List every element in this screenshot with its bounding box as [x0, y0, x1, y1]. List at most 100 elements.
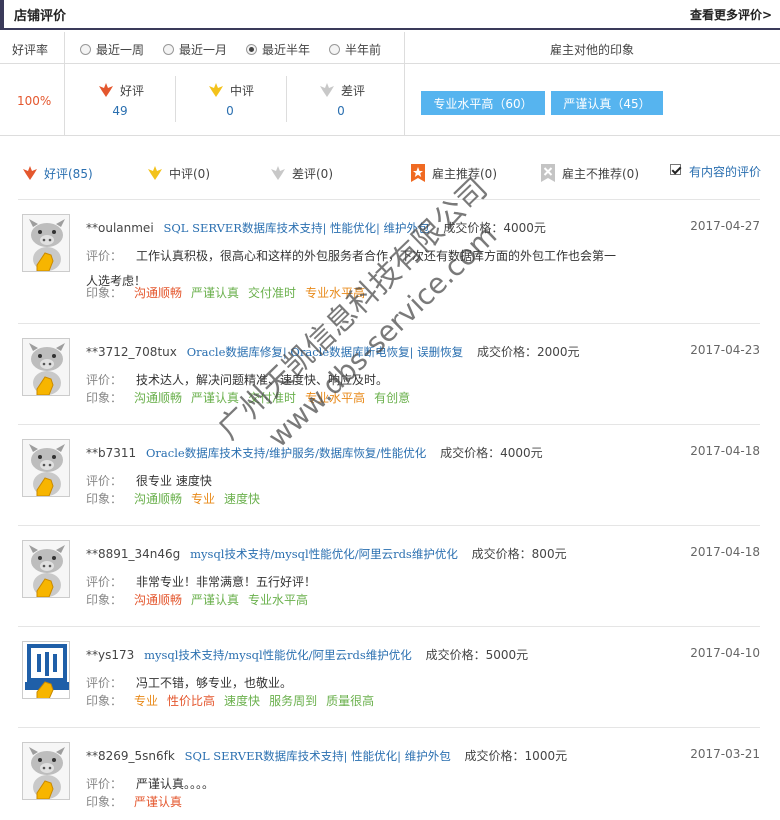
deal-price: 成交价格：5000元 — [425, 648, 529, 662]
comment-label: 评价： — [86, 373, 123, 387]
red-flower-icon — [98, 83, 113, 97]
deal-price: 成交价格：4000元 — [440, 446, 543, 460]
reviewer-name: **8269_5sn6fk — [86, 749, 175, 763]
review-item: **8891_34n46g mysql技术支持/mysql性能优化/阿里云rds… — [18, 526, 760, 627]
service-link[interactable]: mysql技术支持/mysql性能优化/阿里云rds维护优化 — [190, 547, 458, 561]
comment-text: 严谨认真。。。。 — [136, 777, 215, 791]
period-radio-half-year[interactable]: 最近半年 — [246, 41, 310, 58]
avatar[interactable] — [22, 540, 70, 598]
review-date: 2017-04-18 — [690, 444, 760, 458]
radio-icon — [246, 44, 257, 55]
comment-text: 冯工不错，够专业，也敬业。 — [136, 676, 293, 690]
impression-label: 印象： — [86, 795, 123, 809]
view-more-link[interactable]: 查看更多评价> — [690, 6, 772, 23]
stat-value: 0 — [337, 104, 345, 118]
radio-icon — [163, 44, 174, 55]
impression-label: 印象： — [86, 391, 123, 405]
impression-label: 印象： — [86, 593, 123, 607]
service-link[interactable]: SQL SERVER数据库技术支持| 性能优化| 维护外包 — [185, 749, 451, 763]
period-radio-month[interactable]: 最近一月 — [163, 41, 227, 58]
reviewer-name: **8891_34n46g — [86, 547, 181, 561]
review-tag: 专业 — [134, 694, 159, 708]
filter-recommended[interactable]: 雇主推荐(0) — [410, 163, 497, 183]
period-radio-week[interactable]: 最近一周 — [80, 41, 144, 58]
review-tag: 交付准时 — [248, 391, 297, 405]
radio-icon — [329, 44, 340, 55]
service-link[interactable]: mysql技术支持/mysql性能优化/阿里云rds维护优化 — [144, 648, 412, 662]
review-item: **8269_5sn6fk SQL SERVER数据库技术支持| 性能优化| 维… — [18, 728, 760, 820]
deal-price: 成交价格：800元 — [471, 547, 567, 561]
period-radio-earlier[interactable]: 半年前 — [329, 41, 381, 58]
review-tag: 严谨认真 — [134, 795, 183, 809]
comment-label: 评价： — [86, 676, 123, 690]
review-impressions: 印象： 沟通顺畅 严谨认真 交付准时 专业水平高 有创意 — [86, 389, 419, 406]
service-link[interactable]: Oracle数据库技术支持/维护服务/数据库恢复/性能优化 — [146, 446, 426, 460]
yellow-flower-icon — [208, 83, 223, 97]
positive-rate-label: 好评率 — [12, 43, 49, 57]
orange-star-badge-icon — [411, 164, 425, 182]
review-item: **oulanmei SQL SERVER数据库技术支持| 性能优化| 维护外包… — [18, 200, 760, 324]
comment-label: 评价： — [86, 249, 123, 263]
filter-positive[interactable]: 好评(85) — [20, 163, 93, 183]
impression-label: 印象： — [86, 492, 123, 506]
review-tag: 有创意 — [374, 391, 411, 405]
impression-tag-professional[interactable]: 专业水平高（60） — [421, 91, 545, 115]
impression-title: 雇主对他的印象 — [550, 43, 635, 57]
review-meta: **8269_5sn6fk SQL SERVER数据库技术支持| 性能优化| 维… — [86, 747, 567, 764]
avatar[interactable] — [22, 214, 70, 272]
avatar[interactable] — [22, 338, 70, 396]
page-title: 店铺评价 — [14, 8, 67, 24]
impression-tag-rigorous[interactable]: 严谨认真（45） — [551, 91, 663, 115]
summary-divider — [0, 63, 780, 64]
positive-rate-value: 100% — [17, 94, 52, 108]
review-list: **oulanmei SQL SERVER数据库技术支持| 性能优化| 维护外包… — [18, 199, 760, 820]
review-date: 2017-03-21 — [690, 747, 760, 761]
yellow-flower-icon — [148, 166, 162, 180]
summary-divider — [64, 32, 65, 135]
deal-price: 成交价格：4000元 — [443, 221, 546, 235]
review-tag: 交付准时 — [248, 286, 297, 300]
review-impressions: 印象： 沟通顺畅 严谨认真 专业水平高 — [86, 591, 317, 608]
review-tag: 专业水平高 — [305, 391, 366, 405]
service-link[interactable]: SQL SERVER数据库技术支持| 性能优化| 维护外包 — [163, 221, 429, 235]
review-tag: 质量很高 — [326, 694, 375, 708]
review-date: 2017-04-23 — [690, 343, 760, 357]
avatar[interactable] — [22, 439, 70, 497]
review-impressions: 印象： 沟通顺畅 专业 速度快 — [86, 490, 269, 507]
review-tag: 专业水平高 — [305, 286, 366, 300]
stat-divider — [175, 76, 176, 122]
filter-negative[interactable]: 差评(0) — [268, 163, 333, 183]
review-tag: 服务周到 — [269, 694, 318, 708]
gray-flower-icon — [319, 83, 334, 97]
review-tag: 严谨认真 — [191, 391, 240, 405]
stat-positive: 好评 49 — [80, 80, 160, 118]
review-date: 2017-04-27 — [690, 219, 760, 233]
avatar[interactable] — [22, 641, 70, 699]
filter-not-recommended[interactable]: 雇主不推荐(0) — [540, 163, 639, 183]
review-tag: 沟通顺畅 — [134, 492, 183, 506]
review-impressions: 印象： 专业 性价比高 速度快 服务周到 质量很高 — [86, 692, 383, 709]
shop-review-header: 店铺评价 查看更多评价> — [0, 0, 780, 30]
filter-neutral[interactable]: 中评(0) — [145, 163, 210, 183]
comment-text: 非常专业！非常满意！五行好评！ — [136, 575, 317, 589]
review-tag: 沟通顺畅 — [134, 286, 183, 300]
review-impressions: 印象： 严谨认真 — [86, 793, 191, 810]
avatar[interactable] — [22, 742, 70, 800]
deal-price: 成交价格：1000元 — [464, 749, 568, 763]
checkbox-checked-icon[interactable] — [670, 164, 681, 175]
gray-flower-icon — [271, 166, 285, 180]
filter-has-content[interactable]: 有内容的评价 — [670, 161, 761, 179]
comment-label: 评价： — [86, 777, 123, 791]
gray-x-badge-icon — [541, 164, 555, 182]
rating-summary: 好评率 100% 最近一周 最近一月 最近半年 半年前 雇主对他的印象 好评 4… — [0, 32, 780, 136]
impression-label: 印象： — [86, 694, 123, 708]
review-meta: **oulanmei SQL SERVER数据库技术支持| 性能优化| 维护外包… — [86, 219, 546, 236]
comment-text: 很专业 速度快 — [136, 474, 212, 488]
review-meta: **b7311 Oracle数据库技术支持/维护服务/数据库恢复/性能优化 成交… — [86, 444, 543, 461]
stat-value: 49 — [112, 104, 128, 118]
review-meta: **3712_708tux Oracle数据库修复| Oracle数据库断电恢复… — [86, 343, 580, 360]
service-link[interactable]: Oracle数据库修复| Oracle数据库断电恢复| 误删恢复 — [187, 345, 463, 359]
review-impressions: 印象： 沟通顺畅 严谨认真 交付准时 专业水平高 — [86, 284, 374, 301]
comment-label: 评价： — [86, 474, 123, 488]
review-tag: 专业 — [191, 492, 216, 506]
